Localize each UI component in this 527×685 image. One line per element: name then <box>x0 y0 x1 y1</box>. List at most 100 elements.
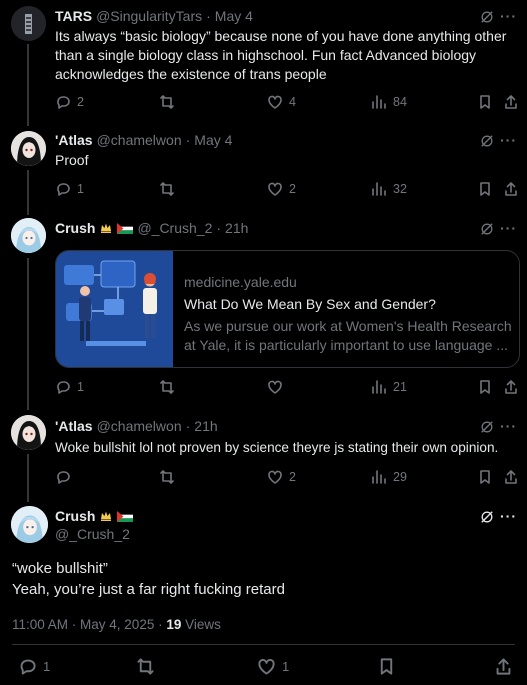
views-icon <box>372 470 386 484</box>
separator: · <box>206 8 211 24</box>
author-name[interactable]: TARS <box>55 8 92 24</box>
views-button[interactable]: 29 <box>371 468 407 486</box>
views-icon <box>372 380 386 394</box>
more-icon[interactable]: ··· <box>500 508 517 524</box>
more-icon[interactable]: ··· <box>500 418 517 434</box>
author-name[interactable]: Crush <box>55 220 95 236</box>
views-count: 84 <box>393 95 407 109</box>
share-button[interactable] <box>503 468 519 486</box>
bookmark-button[interactable] <box>377 655 396 677</box>
retweet-icon <box>160 182 174 196</box>
views-count: 32 <box>393 182 407 196</box>
tweet-header: Crush @_Crush_2 · 21h <box>55 220 248 236</box>
bookmark-icon <box>480 182 490 196</box>
heart-icon <box>268 470 282 484</box>
separator: · <box>185 418 191 434</box>
avatar[interactable] <box>11 506 48 543</box>
views-icon <box>372 182 386 196</box>
author-handle[interactable]: @_Crush_2 <box>137 220 212 236</box>
author-handle[interactable]: @chamelwon <box>97 132 182 148</box>
more-icon[interactable]: ··· <box>500 132 517 148</box>
like-button[interactable] <box>267 378 283 396</box>
grok-icon[interactable] <box>480 134 494 148</box>
tweet-header: TARS @SingularityTars · May 4 <box>55 8 253 24</box>
views-button[interactable]: 21 <box>371 378 407 396</box>
grok-icon[interactable] <box>480 222 494 236</box>
reply-count: 1 <box>77 380 84 394</box>
palestine-flag-icon <box>117 222 134 234</box>
tweet-time[interactable]: 21h <box>194 418 217 434</box>
grok-icon[interactable] <box>480 510 494 524</box>
main-tweet-line: Yeah, you’re just a far right fucking re… <box>12 581 285 598</box>
avatar[interactable] <box>11 131 46 166</box>
like-button[interactable]: 4 <box>267 93 296 111</box>
author-handle[interactable]: @chamelwon <box>97 418 182 434</box>
author-handle[interactable]: @_Crush_2 <box>55 526 130 542</box>
retweet-button[interactable] <box>159 468 175 486</box>
share-button[interactable] <box>503 180 519 198</box>
views-count: 19 <box>166 617 182 632</box>
author-name[interactable]: 'Atlas <box>55 418 93 434</box>
like-button[interactable]: 2 <box>267 468 296 486</box>
crown-icon <box>101 511 112 521</box>
more-icon[interactable]: ··· <box>500 8 517 24</box>
link-card-domain: medicine.yale.edu <box>184 274 297 290</box>
tweet-header: 'Atlas @chamelwon · May 4 <box>55 132 232 148</box>
author-name[interactable]: 'Atlas <box>55 132 93 148</box>
avatar[interactable] <box>11 415 46 450</box>
crown-icon <box>101 223 112 233</box>
reply-icon <box>57 96 70 109</box>
tweet-actions: 1 2 32 <box>55 180 520 198</box>
views-button[interactable]: 32 <box>371 180 407 198</box>
reply-count: 1 <box>77 182 84 196</box>
tweet-time[interactable]: 21h <box>225 220 248 236</box>
grok-icon[interactable] <box>480 10 494 24</box>
views-count: 29 <box>393 470 407 484</box>
tweet-time[interactable]: May 4 <box>215 8 253 24</box>
tweet-timestamp[interactable]: 11:00 AM · May 4, 2025 · <box>12 617 166 632</box>
bookmark-button[interactable] <box>477 378 493 396</box>
tweet-text: Woke bullshit lol not proven by science … <box>55 440 499 455</box>
link-card-description: As we pursue our work at Women's Health … <box>184 318 512 353</box>
reply-button[interactable] <box>55 468 71 486</box>
tweet-header: 'Atlas @chamelwon · 21h <box>55 418 218 434</box>
share-button[interactable] <box>503 93 519 111</box>
share-icon <box>505 470 517 484</box>
tweet-time[interactable]: May 4 <box>194 132 232 148</box>
tweet-text: Its always “basic biology” because none … <box>55 28 507 82</box>
retweet-button[interactable] <box>136 655 155 677</box>
bookmark-button[interactable] <box>477 180 493 198</box>
main-tweet-author: Crush <box>55 508 134 524</box>
link-card[interactable]: medicine.yale.edu What Do We Mean By Sex… <box>55 250 520 368</box>
like-button[interactable]: 1 <box>257 655 289 677</box>
reply-button[interactable]: 1 <box>55 180 84 198</box>
main-tweet-actions: 1 1 <box>0 655 527 677</box>
more-icon[interactable]: ··· <box>500 220 517 236</box>
avatar[interactable] <box>11 6 46 41</box>
retweet-icon <box>160 470 174 484</box>
views-button[interactable]: 84 <box>371 93 407 111</box>
retweet-button[interactable] <box>159 378 175 396</box>
author-name[interactable]: Crush <box>55 508 95 524</box>
main-tweet-line: “woke bullshit” <box>12 560 108 577</box>
bookmark-button[interactable] <box>477 93 493 111</box>
like-button[interactable]: 2 <box>267 180 296 198</box>
author-handle[interactable]: @SingularityTars <box>96 8 202 24</box>
views-icon <box>372 95 386 109</box>
grok-icon[interactable] <box>480 420 494 434</box>
thread-line <box>27 44 29 126</box>
bookmark-button[interactable] <box>477 468 493 486</box>
avatar[interactable] <box>11 218 46 253</box>
retweet-button[interactable] <box>159 180 175 198</box>
heart-icon <box>268 95 282 109</box>
bookmark-icon <box>480 95 490 109</box>
reply-button[interactable]: 2 <box>55 93 84 111</box>
share-button[interactable] <box>494 655 513 677</box>
tweet-meta: 11:00 AM · May 4, 2025 · 19 Views <box>12 617 221 632</box>
share-button[interactable] <box>503 378 519 396</box>
reply-button[interactable]: 1 <box>55 378 84 396</box>
reply-button[interactable]: 1 <box>18 655 50 677</box>
separator: · <box>216 220 222 236</box>
share-icon <box>496 657 511 675</box>
retweet-button[interactable] <box>159 93 175 111</box>
